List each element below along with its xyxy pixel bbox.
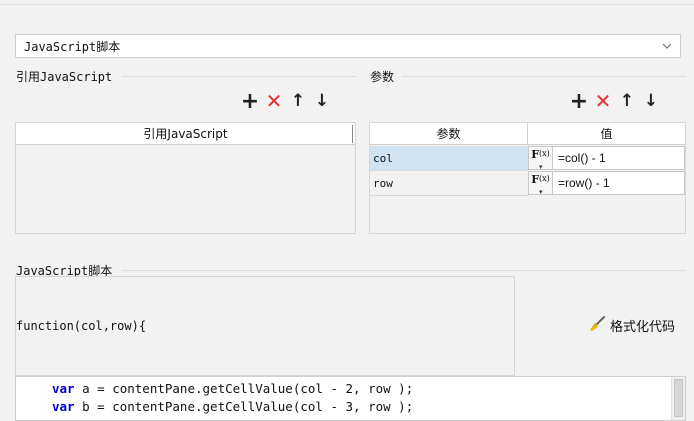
fx-x-glyph: (x) [539, 149, 550, 158]
params-column-header-name-label: 参数 [436, 127, 461, 141]
code-keyword: var [52, 381, 75, 396]
top-divider [0, 4, 694, 5]
params-column-header-value[interactable]: 值 [528, 123, 685, 145]
code-text: a = contentPane.getCellValue(col - 2, ro… [74, 381, 414, 396]
scrollbar-thumb[interactable] [674, 379, 683, 417]
code-keyword: var [52, 399, 75, 414]
ref-section-divider [122, 76, 356, 77]
move-down-param-button[interactable]: ↓ [639, 90, 663, 112]
fx-f-glyph: F [531, 173, 540, 186]
move-up-param-button[interactable]: ↑ [615, 90, 639, 112]
params-section-divider [402, 76, 686, 77]
script-type-dropdown[interactable]: JavaScript脚本 [15, 34, 681, 58]
function-signature-panel: function(col,row){ [15, 276, 515, 376]
params-column-header-value-label: 值 [600, 127, 613, 141]
dropdown-selected-value: JavaScript脚本 [24, 39, 121, 54]
fx-x-glyph: (x) [539, 174, 550, 183]
format-code-button[interactable]: 格式化代码 [588, 316, 675, 335]
move-down-ref-button[interactable]: ↓ [310, 90, 334, 112]
params-toolbar: + ✕ ↑ ↓ [567, 89, 663, 114]
move-up-ref-button[interactable]: ↑ [286, 90, 310, 112]
fx-dropdown-icon: ▾ [539, 162, 543, 171]
delete-param-button[interactable]: ✕ [591, 89, 615, 113]
param-value-text: =row() - 1 [558, 176, 610, 190]
ref-column-header-label: 引用JavaScript [143, 127, 228, 141]
delete-ref-button[interactable]: ✕ [262, 89, 286, 113]
param-name-text: col [373, 151, 393, 165]
code-line: var b = contentPane.getCellValue(col - 3… [52, 399, 413, 414]
param-row-value[interactable]: F (x) ▾ =row() - 1 [528, 171, 685, 196]
code-text: b = contentPane.getCellValue(col - 3, ro… [74, 399, 414, 414]
format-code-label: 格式化代码 [610, 320, 676, 335]
code-line: var a = contentPane.getCellValue(col - 2… [52, 381, 413, 396]
param-name-text: row [373, 176, 393, 190]
param-row-value[interactable]: F (x) ▾ =col() - 1 [528, 146, 685, 171]
ref-section-title: 引用JavaScript [16, 70, 113, 84]
params-table: 参数 值 col F (x) ▾ =col() - 1 row F (x) ▾ =r… [369, 122, 686, 234]
fx-dropdown-icon: ▾ [539, 187, 543, 196]
ref-column-header: 引用JavaScript [16, 123, 355, 145]
add-param-button[interactable]: + [567, 89, 591, 114]
formula-fx-icon[interactable]: F (x) ▾ [529, 172, 553, 196]
param-value-text: =col() - 1 [558, 151, 606, 165]
params-section-title: 参数 [370, 70, 395, 84]
add-ref-button[interactable]: + [238, 89, 262, 114]
param-row-name[interactable]: col [370, 146, 528, 171]
ref-toolbar: + ✕ ↑ ↓ [238, 89, 334, 114]
column-resize-handle[interactable] [352, 125, 353, 143]
function-signature: function(col,row){ [16, 319, 147, 333]
ref-list-panel[interactable]: 引用JavaScript [15, 122, 356, 234]
brush-icon [588, 316, 606, 335]
fx-f-glyph: F [531, 148, 540, 161]
params-column-header-name[interactable]: 参数 [370, 123, 528, 145]
code-vertical-scrollbar[interactable] [671, 377, 685, 420]
chevron-down-icon[interactable] [660, 38, 674, 54]
code-editor[interactable]: var a = contentPane.getCellValue(col - 2… [15, 376, 686, 421]
formula-fx-icon[interactable]: F (x) ▾ [529, 147, 553, 171]
script-section-divider [122, 270, 686, 271]
param-row-name[interactable]: row [370, 171, 528, 196]
